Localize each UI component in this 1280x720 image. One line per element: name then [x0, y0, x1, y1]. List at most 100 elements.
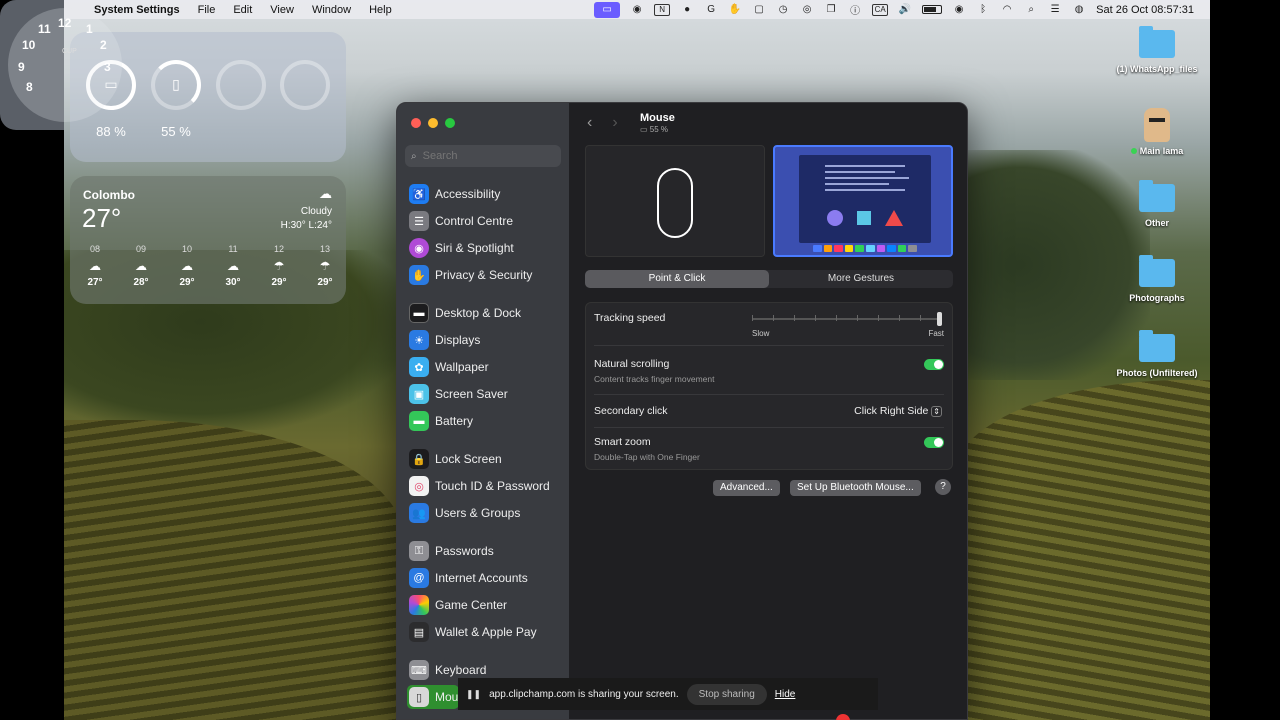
stop-sharing-button[interactable]: Stop sharing [686, 683, 767, 705]
search-input[interactable] [422, 150, 548, 162]
cloud-icon: ☁ [319, 186, 332, 201]
time-machine-icon[interactable]: ◷ [776, 4, 790, 16]
menu-app-name[interactable]: System Settings [94, 4, 180, 16]
menu-window[interactable]: Window [312, 4, 351, 16]
sidebar-item-users[interactable]: 👥 Users & Groups [407, 501, 562, 525]
natural-scrolling-toggle[interactable] [924, 359, 944, 370]
setup-bluetooth-mouse-button[interactable]: Set Up Bluetooth Mouse... [790, 480, 921, 496]
red-triangle-shape [885, 210, 903, 226]
sidebar-item-game-center[interactable]: Game Center [407, 593, 562, 617]
forward-arrow-icon[interactable]: › [612, 114, 617, 132]
menu-help[interactable]: Help [369, 4, 392, 16]
user-status-icon[interactable]: ◉ [952, 4, 966, 16]
desktop-folder[interactable]: Photographs [1112, 255, 1202, 303]
sidebar-item-label: Wallpaper [435, 360, 489, 374]
sidebar-item-battery[interactable]: ▬ Battery [407, 409, 562, 433]
screen-share-icon[interactable]: ▭ [594, 1, 621, 18]
help-button[interactable]: ? [935, 479, 951, 495]
sidebar-item-label: Game Center [435, 598, 508, 612]
notion-icon[interactable]: N [654, 3, 671, 16]
sidebar-item-desktop-dock[interactable]: ▬ Desktop & Dock [407, 301, 562, 325]
pause-icon[interactable]: ❚❚ [466, 689, 481, 700]
menu-view[interactable]: View [270, 4, 294, 16]
window-status-icon[interactable]: ❐ [824, 4, 838, 16]
search-icon: ⌕ [411, 150, 417, 162]
folder-icon [1139, 330, 1175, 362]
main-pane: ‹ › Mouse ▭ 55 % Point & Click More Gest… [569, 103, 967, 719]
sidebar-item-privacy[interactable]: ✋ Privacy & Security [407, 263, 562, 287]
battery-icon: ▬ [409, 411, 429, 431]
record-status-icon[interactable]: ● [680, 4, 694, 16]
desktop-folder[interactable]: Other [1112, 180, 1202, 228]
tab-point-click[interactable]: Point & Click [585, 270, 769, 288]
clock-face: 12 1 2 3 8 9 10 11 CUP [8, 8, 122, 122]
sidebar-item-accessibility[interactable]: ♿ Accessibility [407, 182, 562, 206]
sidebar-item-label: Touch ID & Password [435, 479, 550, 493]
menu-clock[interactable]: Sat 26 Oct 08:57:31 [1096, 4, 1194, 16]
info-status-icon[interactable]: ⓘ [848, 4, 862, 17]
cyan-square-shape [857, 211, 871, 225]
desktop-folder[interactable]: (1) WhatsApp_files [1112, 26, 1202, 74]
magic-mouse-icon [657, 168, 693, 238]
airdrop-icon[interactable]: ◎ [800, 4, 814, 16]
hand-status-icon[interactable]: ✋ [728, 4, 742, 16]
sidebar-item-passwords[interactable]: ⚿ Passwords [407, 539, 562, 563]
sidebar-item-wallpaper[interactable]: ✿ Wallpaper [407, 355, 562, 379]
volume-icon[interactable]: 🔊 [898, 4, 912, 16]
smart-zoom-toggle[interactable] [924, 437, 944, 448]
advanced-button[interactable]: Advanced... [713, 480, 780, 496]
cloud-icon: ☁ [89, 259, 101, 273]
forecast-time: 11 [228, 244, 238, 254]
menu-bar: System Settings File Edit View Window He… [64, 0, 1210, 19]
desktop-icon-label: (1) WhatsApp_files [1116, 64, 1198, 74]
display-status-icon[interactable]: ▢ [752, 4, 766, 16]
preview-dock [813, 245, 917, 252]
app-status-icon[interactable]: ◉ [630, 4, 644, 16]
page-subtitle: ▭ 55 % [640, 125, 668, 134]
sidebar-item-touch-id[interactable]: ◎ Touch ID & Password [407, 474, 562, 498]
control-centre-status-icon[interactable]: ☰ [1048, 4, 1062, 16]
key-icon: ⚿ [409, 541, 429, 561]
tab-more-gestures[interactable]: More Gestures [769, 270, 953, 288]
secondary-click-value: Click Right Side [854, 405, 929, 417]
sidebar-item-displays[interactable]: ☀ Displays [407, 328, 562, 352]
secondary-click-popup[interactable]: Click Right Side ⇕ [854, 405, 942, 417]
sidebar-item-siri[interactable]: ◉ Siri & Spotlight [407, 236, 562, 260]
battery-status-icon[interactable] [922, 5, 943, 14]
minimize-window-button[interactable] [428, 118, 438, 128]
close-window-button[interactable] [411, 118, 421, 128]
mouse-settings-panel: Tracking speed Slow Fast Natural scrolli… [585, 302, 953, 470]
menu-edit[interactable]: Edit [233, 4, 252, 16]
input-source-icon[interactable]: CA [872, 3, 889, 16]
weather-hilo: H:30° L:24° [280, 220, 332, 231]
sidebar-item-lock-screen[interactable]: 🔒 Lock Screen [407, 447, 562, 471]
bluetooth-icon[interactable]: ᛒ [976, 4, 990, 16]
zoom-window-button[interactable] [445, 118, 455, 128]
menu-file[interactable]: File [198, 4, 216, 16]
wallet-icon: ▤ [409, 622, 429, 642]
grammarly-icon[interactable]: G [704, 4, 718, 16]
spotlight-search-icon[interactable]: ⌕ [1024, 4, 1038, 16]
slider-thumb[interactable] [937, 312, 942, 326]
sidebar-item-mouse[interactable]: ▯ Mou [407, 685, 459, 709]
back-arrow-icon[interactable]: ‹ [587, 114, 592, 132]
sidebar-item-screen-saver[interactable]: ▣ Screen Saver [407, 382, 562, 406]
clock-number: 11 [38, 22, 51, 36]
tracking-speed-slider[interactable] [752, 312, 942, 326]
desktop-folder[interactable]: Photos (Unfiltered) [1112, 330, 1202, 378]
window-controls [411, 118, 455, 128]
hide-link[interactable]: Hide [775, 689, 796, 700]
forecast-time: 13 [319, 244, 330, 254]
siri-status-icon[interactable]: ◍ [1072, 4, 1086, 16]
sidebar-item-internet-accounts[interactable]: @ Internet Accounts [407, 566, 562, 590]
sidebar-item-wallet[interactable]: ▤ Wallet & Apple Pay [407, 620, 562, 644]
sidebar-item-label: Privacy & Security [435, 268, 533, 282]
empty-battery-ring [216, 60, 266, 110]
desktop-app[interactable]: Main lama [1112, 108, 1202, 156]
sidebar-item-control-centre[interactable]: ☰ Control Centre [407, 209, 562, 233]
forecast-time: 08 [89, 244, 100, 254]
folder-icon [1139, 26, 1175, 58]
mouse-battery-pct: 55 % [161, 124, 191, 139]
weather-widget[interactable]: Colombo 27° ☁ Cloudy H:30° L:24° 08 ☁ 27° … [70, 176, 346, 304]
wifi-icon[interactable]: ◠ [1000, 4, 1014, 16]
